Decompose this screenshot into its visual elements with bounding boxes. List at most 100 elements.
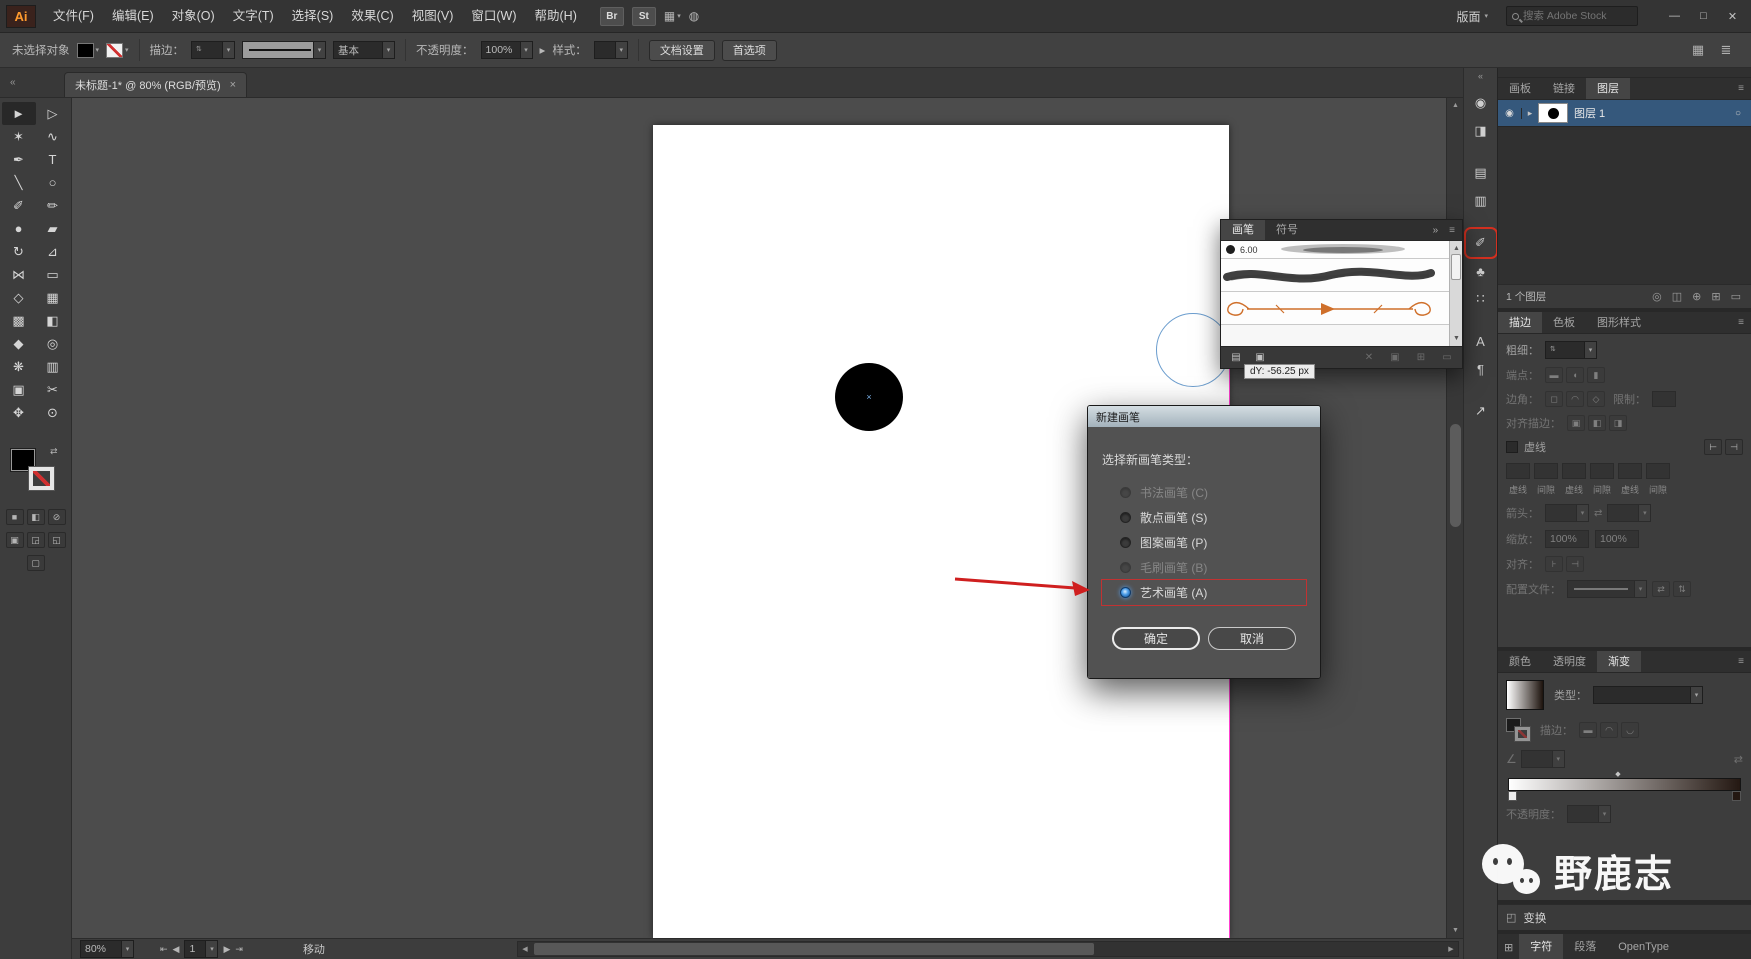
variable-width-profile[interactable]: ▾ bbox=[242, 41, 327, 59]
blend-tool[interactable]: ◎ bbox=[36, 332, 70, 355]
swap-arrowheads-icon[interactable]: ⇄ bbox=[1594, 508, 1602, 519]
tab-graphic-styles[interactable]: 图形样式 bbox=[1586, 312, 1652, 333]
screen-mode-button[interactable]: ▢ bbox=[26, 555, 45, 571]
zoom-tool[interactable]: ⊙ bbox=[36, 401, 70, 424]
scroll-left-icon[interactable]: ◀ bbox=[518, 945, 532, 953]
align-stroke-center-icon[interactable]: ▣ bbox=[1567, 415, 1585, 431]
gap-field[interactable] bbox=[1590, 463, 1614, 479]
arrowhead-start-select[interactable]: ▾ bbox=[1545, 504, 1589, 522]
mesh-tool[interactable]: ▩ bbox=[2, 309, 36, 332]
panel-menu-icon[interactable]: ≡ bbox=[1442, 220, 1462, 240]
radio-bristle-brush[interactable]: 毛刷画笔 (B) bbox=[1102, 555, 1306, 580]
stroke-weight-field[interactable]: ⇅ ▾ bbox=[1545, 341, 1597, 359]
scroll-down-icon[interactable]: ▼ bbox=[1450, 331, 1463, 346]
chevron-down-icon[interactable]: ▾ bbox=[205, 941, 218, 957]
menu-item[interactable]: 编辑(E) bbox=[103, 0, 163, 32]
align-stroke-inside-icon[interactable]: ◧ bbox=[1588, 415, 1606, 431]
selection-tool[interactable]: ► bbox=[1, 102, 36, 125]
gradient-tool[interactable]: ◧ bbox=[36, 309, 70, 332]
workspace-menu-icon[interactable]: ≣ bbox=[1717, 42, 1735, 58]
dash-field[interactable] bbox=[1618, 463, 1642, 479]
fill-color-control[interactable]: ▾ bbox=[76, 42, 99, 58]
scroll-right-icon[interactable]: ▶ bbox=[1444, 945, 1458, 953]
panel-menu-icon[interactable]: ≡ bbox=[1731, 78, 1751, 99]
projecting-cap-icon[interactable]: ▮ bbox=[1587, 367, 1605, 383]
glyphs-panel-icon[interactable]: ∷ bbox=[1468, 287, 1494, 311]
radio-calligraphic-brush[interactable]: 书法画笔 (C) bbox=[1102, 480, 1306, 505]
artboard-tool[interactable]: ▣ bbox=[2, 378, 36, 401]
stroke-weight-field[interactable]: ⇅ ▾ bbox=[191, 41, 236, 59]
app-logo[interactable]: Ai bbox=[6, 4, 36, 28]
width-profile-select[interactable]: ▾ bbox=[1567, 580, 1647, 598]
scroll-thumb[interactable] bbox=[1451, 254, 1461, 280]
dashed-line-checkbox[interactable] bbox=[1506, 441, 1518, 453]
document-setup-button[interactable]: 文档设置 bbox=[648, 39, 715, 61]
symbols-panel-icon[interactable]: ♣ bbox=[1468, 259, 1494, 283]
delete-layer-icon[interactable]: ▭ bbox=[1729, 289, 1743, 305]
arrow-align-end-icon[interactable]: ⊣ bbox=[1566, 556, 1584, 572]
tab-swatches[interactable]: 色板 bbox=[1542, 312, 1586, 333]
butt-cap-icon[interactable]: ▬ bbox=[1545, 367, 1563, 383]
minimize-button[interactable]: — bbox=[1660, 5, 1689, 27]
brush-item-banner[interactable] bbox=[1221, 292, 1462, 325]
swatches-icon[interactable]: ◨ bbox=[1468, 119, 1494, 143]
menu-item[interactable]: 帮助(H) bbox=[526, 0, 586, 32]
symbol-sprayer-tool[interactable]: ❋ bbox=[2, 355, 36, 378]
hand-tool[interactable]: ✥ bbox=[2, 401, 36, 424]
column-graph-tool[interactable]: ▥ bbox=[36, 355, 70, 378]
tab-stroke[interactable]: 描边 bbox=[1498, 312, 1542, 333]
arrange-documents-icon[interactable]: ▦ ▾ bbox=[664, 9, 681, 23]
new-layer-icon[interactable]: ⊞ bbox=[1709, 289, 1722, 305]
bevel-join-icon[interactable]: ◇ bbox=[1587, 391, 1605, 407]
appearance-panel-icon[interactable]: A bbox=[1468, 329, 1494, 353]
remove-brush-stroke-icon[interactable]: ✕ bbox=[1360, 350, 1378, 366]
pencil-tool[interactable]: ✏ bbox=[36, 194, 70, 217]
color-guide-icon[interactable]: ◉ bbox=[1468, 91, 1494, 115]
tab-paragraph[interactable]: 段落 bbox=[1563, 934, 1607, 959]
new-brush-icon[interactable]: ⊞ bbox=[1412, 350, 1430, 366]
tab-character[interactable]: 字符 bbox=[1519, 934, 1564, 959]
flip-across-icon[interactable]: ⇅ bbox=[1673, 581, 1691, 597]
miter-limit-field[interactable] bbox=[1652, 391, 1676, 407]
brush-list-scrollbar[interactable]: ▲ ▼ bbox=[1449, 241, 1462, 346]
search-input[interactable] bbox=[1523, 10, 1632, 22]
export-panel-icon[interactable]: ↗ bbox=[1468, 399, 1494, 423]
chevron-down-icon[interactable]: ▾ bbox=[614, 42, 627, 58]
panel-menu-icon[interactable]: ≡ bbox=[1731, 312, 1751, 333]
gradient-mode-icon[interactable]: ◧ bbox=[26, 509, 45, 525]
cancel-button[interactable]: 取消 bbox=[1208, 627, 1296, 650]
direct-selection-tool[interactable]: ▷ bbox=[36, 102, 70, 125]
dash-field[interactable] bbox=[1562, 463, 1586, 479]
brush-item-charcoal[interactable] bbox=[1221, 259, 1462, 292]
workspace-switcher[interactable]: 版面 ▾ bbox=[1456, 8, 1488, 25]
menu-item[interactable]: 视图(V) bbox=[403, 0, 463, 32]
last-artboard-button[interactable]: ⇥ bbox=[235, 944, 243, 955]
opacity-field[interactable]: 100% ▾ bbox=[480, 41, 533, 59]
fill-color-swatch[interactable] bbox=[76, 42, 94, 58]
gradient-stop-start[interactable] bbox=[1508, 791, 1517, 801]
arrow-scale-start-field[interactable]: 100% bbox=[1545, 530, 1589, 548]
scale-tool[interactable]: ⊿ bbox=[36, 240, 70, 263]
preserve-dash-icon[interactable]: ⊢ bbox=[1704, 439, 1722, 455]
chevron-down-icon[interactable]: ▾ bbox=[121, 941, 133, 957]
layer-target-icon[interactable]: ○ bbox=[1735, 108, 1741, 119]
type-tool[interactable]: T bbox=[36, 148, 70, 171]
next-artboard-button[interactable]: ▶ bbox=[223, 944, 230, 955]
horizontal-scrollbar[interactable]: ◀ ▶ bbox=[517, 941, 1459, 957]
chevron-down-icon[interactable]: ▾ bbox=[222, 42, 235, 58]
swap-fill-stroke-icon[interactable]: ⇄ bbox=[50, 446, 58, 457]
visibility-icon[interactable]: ◉ bbox=[1498, 107, 1522, 119]
layer-row[interactable]: ◉ ▸ 图层 1 ○ bbox=[1498, 100, 1751, 127]
first-artboard-button[interactable]: ⇤ bbox=[160, 944, 168, 955]
gradient-across-stroke-icon[interactable]: ◡ bbox=[1621, 722, 1639, 738]
prev-artboard-button[interactable]: ◀ bbox=[173, 944, 180, 955]
artboard-number-field[interactable]: 1 ▾ bbox=[184, 940, 219, 958]
panel-menu-icon[interactable]: ≡ bbox=[1731, 651, 1751, 672]
menu-item[interactable]: 文件(F) bbox=[44, 0, 103, 32]
gradient-thumbnail[interactable] bbox=[1506, 680, 1544, 710]
gradient-stop-end[interactable] bbox=[1732, 791, 1741, 801]
tab-transparency[interactable]: 透明度 bbox=[1542, 651, 1597, 672]
gradient-opacity-field[interactable]: ▾ bbox=[1567, 805, 1611, 823]
draw-behind-icon[interactable]: ◲ bbox=[26, 532, 45, 548]
tab-artboards[interactable]: 画板 bbox=[1498, 78, 1542, 99]
